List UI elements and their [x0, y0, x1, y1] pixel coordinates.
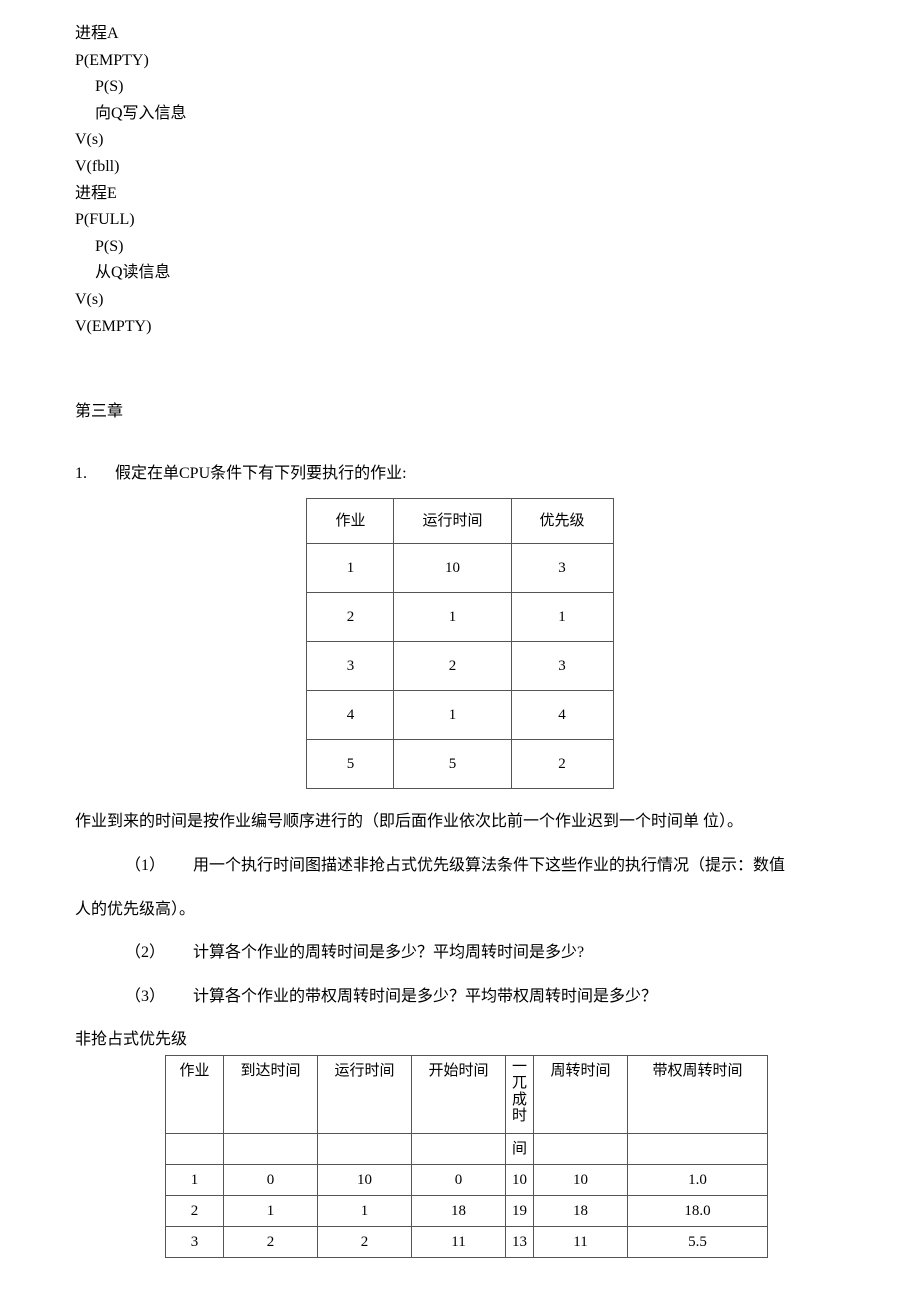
header-priority: 优先级: [511, 499, 613, 544]
code-line: P(S): [75, 74, 845, 100]
code-line: V(s): [75, 127, 845, 153]
proc-a-title: 进程A: [75, 21, 845, 47]
sub-number: （3）: [125, 984, 165, 1010]
sub-number: （2）: [125, 940, 165, 966]
code-line: V(EMPTY): [75, 314, 845, 340]
jobs-table: 作业 运行时间 优先级 1 10 3 2 1 1 3 2 3 4 1 4 5 5…: [306, 498, 613, 789]
sub-number: （1）: [125, 853, 165, 879]
header-wturn: 带权周转时间: [628, 1055, 768, 1133]
table-row: 1 10 3: [307, 544, 613, 593]
sub-text: 用一个执行时间图描述非抢占式优先级算法条件下这些作业的执行情况（提示：数值: [193, 857, 785, 874]
sub-question-2: （2） 计算各个作业的周转时间是多少？平均周转时间是多少?: [125, 940, 845, 966]
sub-text: 计算各个作业的带权周转时间是多少？平均带权周转时间是多少？: [193, 988, 657, 1005]
table-row: 5 5 2: [307, 740, 613, 789]
question-number: 1.: [75, 461, 111, 487]
header-start: 开始时间: [412, 1055, 506, 1133]
header-job: 作业: [166, 1055, 224, 1133]
header-run: 运行时间: [318, 1055, 412, 1133]
code-line: V(s): [75, 287, 845, 313]
header-job: 作业: [307, 499, 394, 544]
code-line: P(EMPTY): [75, 48, 845, 74]
chapter-title: 第三章: [75, 399, 845, 425]
code-line: V(fbll): [75, 154, 845, 180]
header-arrive: 到达时间: [224, 1055, 318, 1133]
sub-question-1: （1） 用一个执行时间图描述非抢占式优先级算法条件下这些作业的执行情况（提示：数…: [125, 853, 845, 879]
sub-question-3: （3） 计算各个作业的带权周转时间是多少？平均带权周转时间是多少？: [125, 984, 845, 1010]
table-header-row-2: 间: [166, 1133, 768, 1164]
proc-e-title: 进程E: [75, 181, 845, 207]
header-turn: 周转时间: [534, 1055, 628, 1133]
code-line: P(FULL): [75, 207, 845, 233]
table-row: 4 1 4: [307, 691, 613, 740]
table-header-row: 作业 到达时间 运行时间 开始时间 一 兀 成 时 周转时间 带权周转时间: [166, 1055, 768, 1133]
table2-title: 非抢占式优先级: [75, 1027, 845, 1053]
code-line: 从Q读信息: [75, 260, 845, 286]
sub-question-1-cont: 人的优先级高）。: [75, 897, 845, 923]
code-line: P(S): [75, 234, 845, 260]
table-row: 1 0 10 0 10 10 1.0: [166, 1164, 768, 1195]
table-row: 2 1 1: [307, 593, 613, 642]
header-finish: 一 兀 成 时: [506, 1055, 534, 1133]
header-runtime: 运行时间: [394, 499, 511, 544]
table-row: 2 1 1 18 19 18 18.0: [166, 1195, 768, 1226]
header-finish-cont: 间: [506, 1133, 534, 1164]
sub-text: 计算各个作业的周转时间是多少？平均周转时间是多少?: [193, 944, 584, 961]
paragraph: 作业到来的时间是按作业编号顺序进行的（即后面作业依次比前一个作业迟到一个时间单 …: [75, 809, 845, 835]
code-line: 向Q写入信息: [75, 101, 845, 127]
results-table: 作业 到达时间 运行时间 开始时间 一 兀 成 时 周转时间 带权周转时间 间 …: [165, 1055, 768, 1258]
question-1: 1. 假定在单CPU条件下有下列要执行的作业:: [75, 461, 845, 487]
table-row: 3 2 2 11 13 11 5.5: [166, 1226, 768, 1257]
table-header-row: 作业 运行时间 优先级: [307, 499, 613, 544]
table-row: 3 2 3: [307, 642, 613, 691]
question-text: 假定在单CPU条件下有下列要执行的作业:: [115, 465, 407, 482]
